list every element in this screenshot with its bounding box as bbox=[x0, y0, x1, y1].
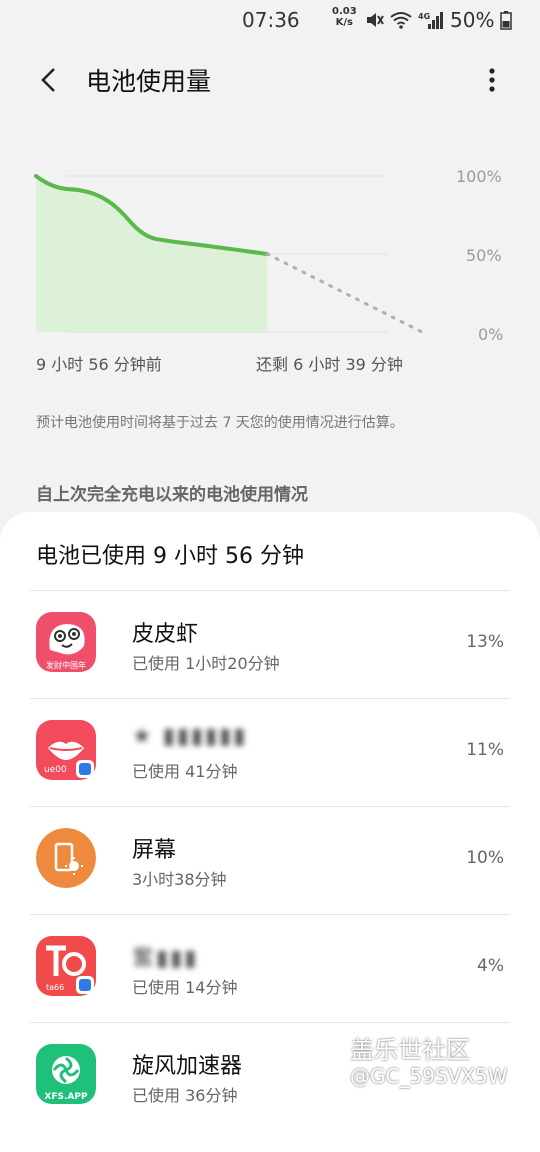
network-speed: 0.03 K/s bbox=[332, 6, 357, 28]
pipixia-app-icon: 发财中国年 bbox=[36, 612, 96, 672]
battery-projection-line bbox=[265, 252, 424, 334]
app-percent: 4% bbox=[477, 956, 504, 976]
mute-icon bbox=[367, 13, 384, 27]
battery-chart-svg bbox=[34, 174, 424, 334]
app-usage: 已使用 36分钟 bbox=[132, 1086, 238, 1105]
app-name: 旋风加速器 bbox=[132, 1054, 243, 1079]
screen-brightness-icon bbox=[36, 828, 96, 888]
app-row-pipixia[interactable]: 发财中国年 皮皮虾 已使用 1小时20分钟 13% bbox=[0, 590, 540, 698]
x-end-label: 还剩 6 小时 39 分钟 bbox=[256, 355, 403, 374]
battery-percent: 50% bbox=[450, 8, 495, 32]
divider bbox=[30, 806, 510, 807]
network-badge: 4G bbox=[418, 12, 430, 21]
app-percent: 13% bbox=[466, 632, 504, 652]
status-bar: 07:36 0.03 K/s 4G 50% bbox=[0, 0, 540, 40]
watermark-user: @GC_59SVX5W bbox=[350, 1064, 508, 1088]
lips-app-icon: ue00 bbox=[36, 720, 96, 780]
usage-total-title: 电池已使用 9 小时 56 分钟 bbox=[36, 544, 304, 569]
lips-icon-text: ue00 bbox=[44, 765, 67, 775]
app-name: 皮皮虾 bbox=[132, 622, 199, 647]
back-button[interactable] bbox=[30, 62, 66, 98]
status-time: 07:36 bbox=[242, 8, 300, 32]
app-usage: 已使用 41分钟 bbox=[132, 762, 238, 781]
app-name: 屏幕 bbox=[132, 838, 177, 863]
watermark-brand: 盖乐世社区 bbox=[350, 1036, 470, 1064]
app-usage: 3小时38分钟 bbox=[132, 870, 227, 889]
more-options-button[interactable] bbox=[474, 62, 510, 98]
page-title: 电池使用量 bbox=[86, 67, 212, 96]
status-icons: 4G 50% bbox=[364, 8, 513, 32]
battery-icon bbox=[500, 11, 513, 30]
y-tick-50: 50% bbox=[466, 246, 502, 265]
battery-chart: 100% 50% 0% 9 小时 56 分钟前 还剩 6 小时 39 分钟 bbox=[0, 160, 540, 380]
back-arrow-icon bbox=[41, 68, 55, 92]
signal-icon: 4G bbox=[418, 12, 443, 29]
app-name-redacted: 奮▮▮▮ bbox=[132, 946, 199, 971]
divider bbox=[30, 590, 510, 591]
battery-used-area bbox=[36, 176, 268, 332]
ta66-app-icon: ta66 bbox=[36, 936, 96, 996]
app-percent: 11% bbox=[466, 740, 504, 760]
xuanfeng-icon-text: XFS.APP bbox=[44, 1092, 88, 1102]
pipixia-icon-text: 发财中国年 bbox=[46, 660, 86, 670]
app-row-blurred-2[interactable]: ta66 奮▮▮▮ 已使用 14分钟 4% bbox=[0, 914, 540, 1022]
divider bbox=[30, 1022, 510, 1023]
app-usage: 已使用 14分钟 bbox=[132, 978, 238, 997]
divider bbox=[30, 914, 510, 915]
ta66-icon-text: ta66 bbox=[46, 983, 64, 992]
app-percent: 10% bbox=[466, 848, 504, 868]
app-name-redacted: ★ ▮▮▮▮▮▮ bbox=[132, 724, 248, 749]
app-row-blurred-1[interactable]: ue00 ★ ▮▮▮▮▮▮ 已使用 41分钟 11% bbox=[0, 698, 540, 806]
y-tick-100: 100% bbox=[456, 167, 502, 186]
x-start-label: 9 小时 56 分钟前 bbox=[36, 355, 162, 374]
estimate-note: 预计电池使用时间将基于过去 7 天您的使用情况进行估算。 bbox=[36, 415, 404, 431]
xuanfeng-app-icon: XFS.APP bbox=[36, 1044, 96, 1104]
wifi-icon bbox=[390, 12, 412, 29]
section-header: 自上次完全充电以来的电池使用情况 bbox=[36, 485, 308, 505]
divider bbox=[30, 698, 510, 699]
more-vertical-icon bbox=[489, 68, 495, 92]
app-row-screen[interactable]: 屏幕 3小时38分钟 10% bbox=[0, 806, 540, 914]
app-header: 电池使用量 bbox=[0, 52, 540, 108]
y-tick-0: 0% bbox=[478, 325, 504, 344]
app-usage: 已使用 1小时20分钟 bbox=[132, 654, 280, 673]
